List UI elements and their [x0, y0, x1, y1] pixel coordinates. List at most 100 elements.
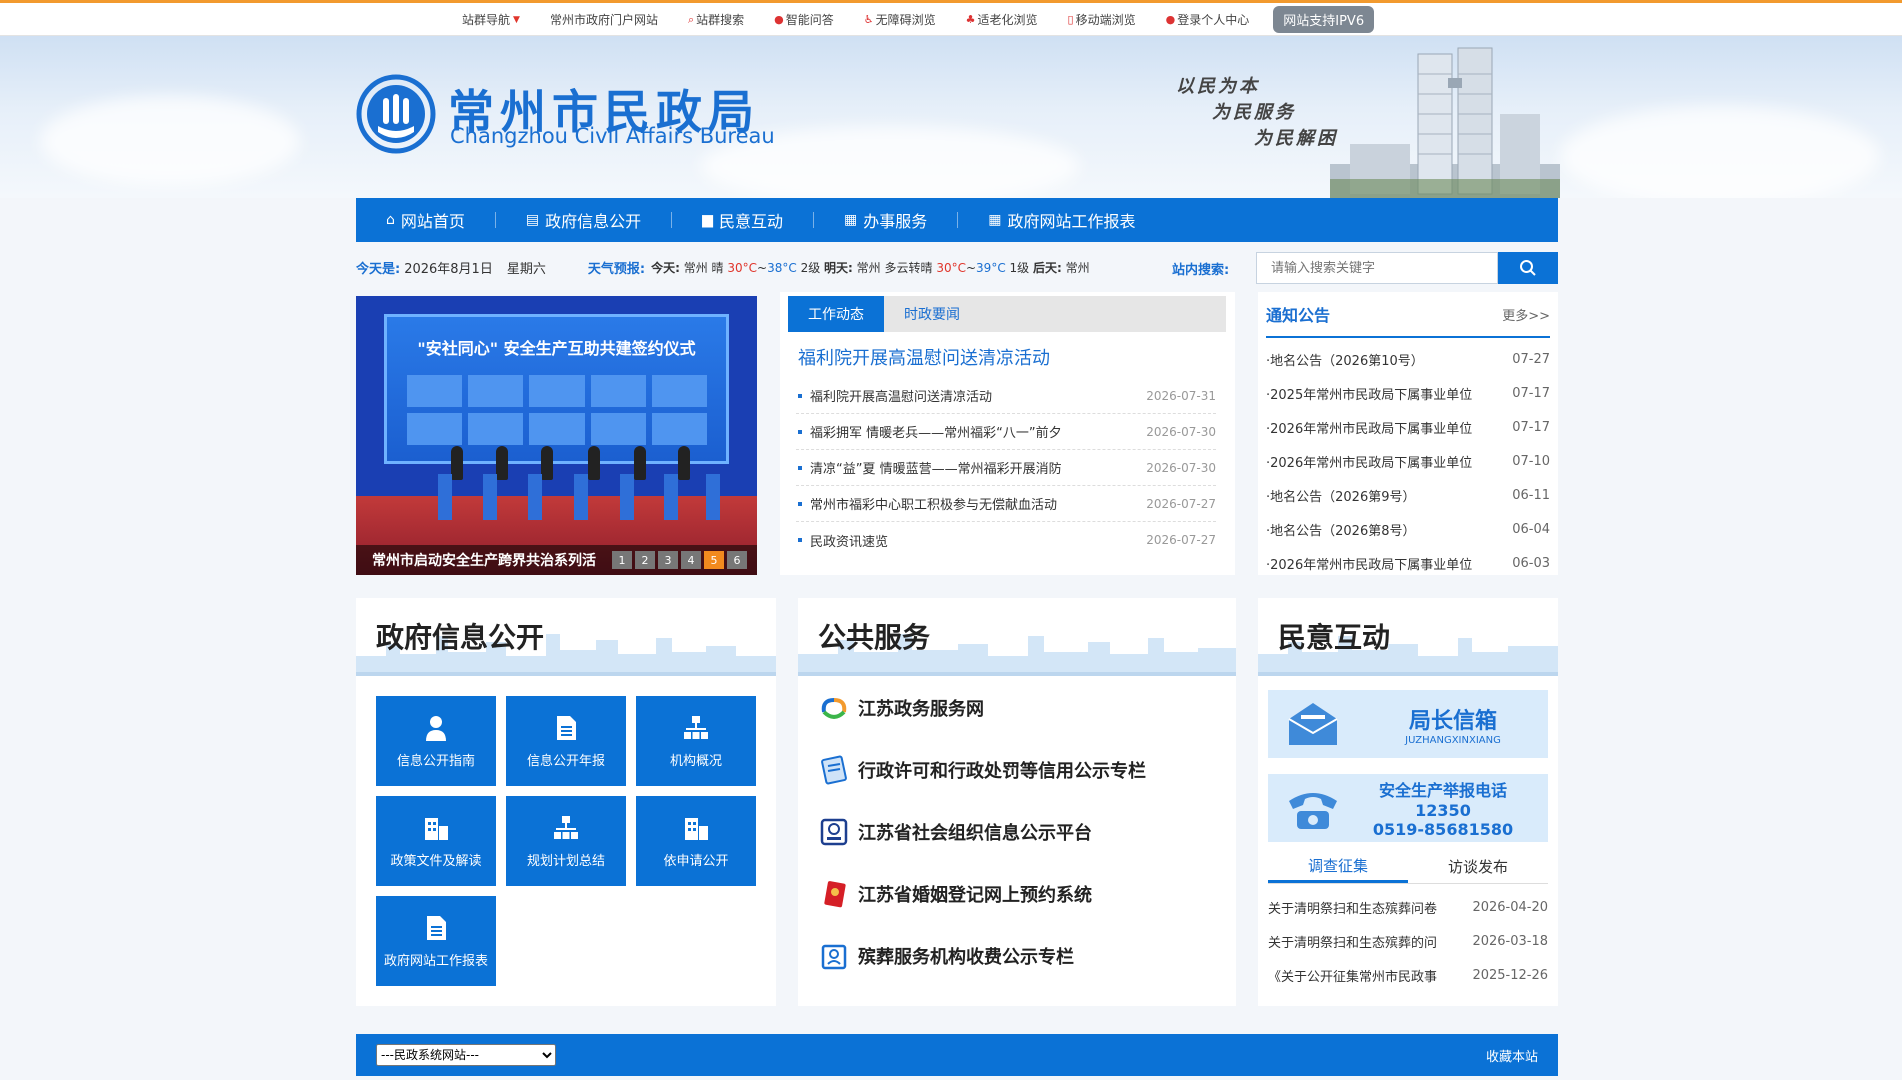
director-mailbox-card[interactable]: 局长信箱 JUZHANGXINXIANG — [1268, 690, 1548, 758]
list-item[interactable]: ·地名公告（2026第9号） 06-11 — [1266, 478, 1550, 512]
accessibility-icon: ♿ — [863, 13, 874, 26]
list-item[interactable]: ·2026年常州市民政局下属事业单位 06-03 — [1266, 546, 1550, 580]
gov-info-title: 政府信息公开 — [376, 621, 545, 654]
document-icon: ▤ — [525, 212, 540, 228]
building-icon — [425, 817, 448, 840]
nav-home[interactable]: ⌂ 网站首页 — [386, 208, 465, 232]
notice-panel: 通知公告 更多>> ·地名公告（2026第10号） 07-27 ·2025年常州市… — [1258, 292, 1558, 575]
notice-list: ·地名公告（2026第10号） 07-27 ·2025年常州市民政局下属事业单位 0… — [1266, 338, 1550, 580]
service-funeral-fees[interactable]: 殡葬服务机构收费公示专栏 — [818, 934, 1074, 978]
slogan-line-2: 为民服务 — [1212, 102, 1296, 123]
mailbox-title: 局长信箱 — [1408, 708, 1497, 734]
list-item[interactable]: 民政资讯速览 2026-07-27 — [796, 522, 1216, 558]
list-item[interactable]: 福彩拥军 情暖老兵——常州福彩“八一”前夕 2026-07-30 — [796, 414, 1216, 450]
service-credit-publicity[interactable]: 行政许可和行政处罚等信用公示专栏 — [818, 748, 1146, 792]
news-headline[interactable]: 福利院开展高温慰问送清凉活动 — [798, 344, 1050, 370]
tile-policy-docs[interactable]: 政策文件及解读 — [376, 796, 496, 886]
slide-dot-3[interactable]: 3 — [658, 551, 678, 569]
site-search-button[interactable] — [1498, 252, 1558, 284]
slide-dot-2[interactable]: 2 — [635, 551, 655, 569]
interaction-panel: 民意互动 局长信箱 JUZHANGXINXIANG 安全生产举报电话 12350… — [1258, 598, 1558, 1006]
weather-ticker: 今天: 常州 晴 30°C~38°C 2级 明天: 常州 多云转晴 30°C~3… — [651, 260, 1090, 275]
list-item[interactable]: ·2026年常州市民政局下属事业单位 07-10 — [1266, 444, 1550, 478]
chevron-down-icon: ▼ — [513, 14, 520, 25]
slide-dot-4[interactable]: 4 — [681, 551, 701, 569]
list-item[interactable]: 关于清明祭扫和生态殡葬的问 2026-03-18 — [1268, 924, 1548, 958]
notice-header: 通知公告 更多>> — [1266, 292, 1550, 338]
tab-politics-news[interactable]: 时政要闻 — [884, 296, 980, 332]
home-icon: ⌂ — [386, 212, 395, 228]
list-item[interactable]: ·地名公告（2026第10号） 07-27 — [1266, 342, 1550, 376]
service-social-org[interactable]: 江苏省社会组织信息公示平台 — [818, 810, 1092, 854]
tab-survey[interactable]: 调查征集 — [1268, 850, 1408, 883]
service-marriage-booking[interactable]: 江苏省婚姻登记网上预约系统 — [818, 872, 1092, 916]
top-utility-bar: 站群导航 ▼ 常州市政府门户网站 ⌕ 站群搜索 ● 智能问答 ♿ 无障碍浏览 ♣ 适老化浏… — [0, 0, 1902, 36]
list-item[interactable]: ·地名公告（2026第8号） 06-04 — [1266, 512, 1550, 546]
service-jiangsu-gov[interactable]: 江苏政务服务网 — [818, 686, 984, 730]
site-group-nav-link[interactable]: 站群导航 ▼ — [462, 11, 520, 28]
city-building-image — [1330, 47, 1560, 198]
list-item[interactable]: 常州市福彩中心职工积极参与无偿献血活动 2026-07-27 — [796, 486, 1216, 522]
top-utility-links: 站群导航 ▼ 常州市政府门户网站 ⌕ 站群搜索 ● 智能问答 ♿ 无障碍浏览 ♣ 适老化浏… — [462, 3, 1375, 36]
tile-info-annual-report[interactable]: 信息公开年报 — [506, 696, 626, 786]
add-favorite-link[interactable]: 收藏本站 — [1486, 1046, 1538, 1065]
tile-info-guide[interactable]: 信息公开指南 — [376, 696, 496, 786]
tile-plan-summary[interactable]: 规划计划总结 — [506, 796, 626, 886]
nav-work-report[interactable]: ▦ 政府网站工作报表 — [988, 208, 1135, 232]
robot-icon: ● — [774, 13, 784, 26]
news-slider[interactable]: "安社同心" 安全生产互助共建签约仪式 常州市启动安全生产跨界共治系列活 1 2… — [356, 296, 757, 575]
list-item[interactable]: ·2025年常州市民政局下属事业单位 07-17 — [1266, 376, 1550, 410]
slide-caption[interactable]: 常州市启动安全生产跨界共治系列活 — [372, 550, 609, 570]
safety-hotline-card[interactable]: 安全生产举报电话 12350 0519-85681580 — [1268, 774, 1548, 842]
tab-interview[interactable]: 访谈发布 — [1408, 850, 1548, 883]
info-bar: 今天是: 2026年8月1日 星期六 天气预报: 今天: 常州 晴 30°C~3… — [356, 250, 1558, 284]
search-icon — [1520, 260, 1536, 276]
list-item[interactable]: 福利院开展高温慰问送清凉活动 2026-07-31 — [796, 378, 1216, 414]
slide-dot-5[interactable]: 5 — [704, 551, 724, 569]
gov-info-header: 政府信息公开 — [356, 598, 776, 676]
site-header: 常州市民政局 Changzhou Civil Affairs Bureau 以民… — [0, 36, 1902, 198]
document-icon — [557, 715, 576, 740]
login-link[interactable]: ● 登录个人中心 — [1166, 11, 1250, 28]
list-item[interactable]: 清凉“益”夏 情暖蓝营——常州福彩开展消防 2026-07-30 — [796, 450, 1216, 486]
accessibility-link[interactable]: ♿ 无障碍浏览 — [864, 11, 936, 28]
nav-gov-info[interactable]: ▤ 政府信息公开 — [526, 208, 641, 232]
survey-list: 关于清明祭扫和生态殡葬问卷 2026-04-20 关于清明祭扫和生态殡葬的问 202… — [1268, 890, 1548, 992]
smart-qa-link[interactable]: ● 智能问答 — [774, 11, 834, 28]
tile-website-report[interactable]: 政府网站工作报表 — [376, 896, 496, 986]
slide-dot-6[interactable]: 6 — [727, 551, 747, 569]
site-search-input[interactable] — [1256, 252, 1498, 284]
site-search-link[interactable]: ⌕ 站群搜索 — [688, 11, 744, 28]
main-nav: ⌂ 网站首页 ▤ 政府信息公开 ▆ 民意互动 ▦ 办事服务 ▦ 政府网站工作报表 — [356, 198, 1558, 242]
building-icon — [685, 817, 708, 840]
hotline-full-number: 0519-85681580 — [1372, 820, 1514, 839]
slide-banner-text: "安社同心" 安全生产互助共建签约仪式 — [417, 339, 696, 358]
tile-apply-disclosure[interactable]: 依申请公开 — [636, 796, 756, 886]
org-chart-icon — [684, 715, 708, 739]
document-icon — [427, 915, 446, 940]
slide-dot-1[interactable]: 1 — [612, 551, 632, 569]
elder-icon: ♣ — [965, 13, 976, 26]
gov-portal-link[interactable]: 常州市政府门户网站 — [550, 11, 658, 28]
nav-services[interactable]: ▦ 办事服务 — [844, 208, 927, 232]
list-item[interactable]: ·2026年常州市民政局下属事业单位 07-17 — [1266, 410, 1550, 444]
slide-stage-screen: "安社同心" 安全生产互助共建签约仪式 — [384, 314, 729, 464]
weather-label: 天气预报: — [587, 261, 646, 277]
public-services-panel: 公共服务 江苏政务服务网 行政许可和行政处罚等信用公示专栏 江苏省社会组织信息公… — [798, 598, 1236, 1006]
civil-affairs-sites-select[interactable]: ---民政系统网站--- — [376, 1044, 556, 1066]
elder-mode-link[interactable]: ♣ 适老化浏览 — [966, 11, 1038, 28]
mailbox-subtitle: JUZHANGXINXIANG — [1405, 734, 1501, 746]
user-icon: ● — [1165, 13, 1176, 26]
org-chart-icon — [554, 815, 578, 839]
notice-more-link[interactable]: 更多>> — [1502, 305, 1550, 324]
interaction-tabs: 调查征集 访谈发布 — [1268, 850, 1548, 884]
nav-public-interaction[interactable]: ▆ 民意互动 — [702, 208, 783, 232]
list-item[interactable]: 关于清明祭扫和生态殡葬问卷 2026-04-20 — [1268, 890, 1548, 924]
tab-work-news[interactable]: 工作动态 — [788, 296, 884, 332]
list-item[interactable]: 《关于公开征集常州市民政事 2025-12-26 — [1268, 958, 1548, 992]
mobile-link[interactable]: ▯ 移动端浏览 — [1068, 11, 1136, 28]
tile-org-overview[interactable]: 机构概况 — [636, 696, 756, 786]
bureau-logo-icon — [356, 74, 436, 154]
news-panel: 工作动态 时政要闻 福利院开展高温慰问送清凉活动 福利院开展高温慰问送清凉活动 2… — [780, 292, 1235, 575]
slogan-line-1: 以民为本 — [1176, 76, 1260, 97]
